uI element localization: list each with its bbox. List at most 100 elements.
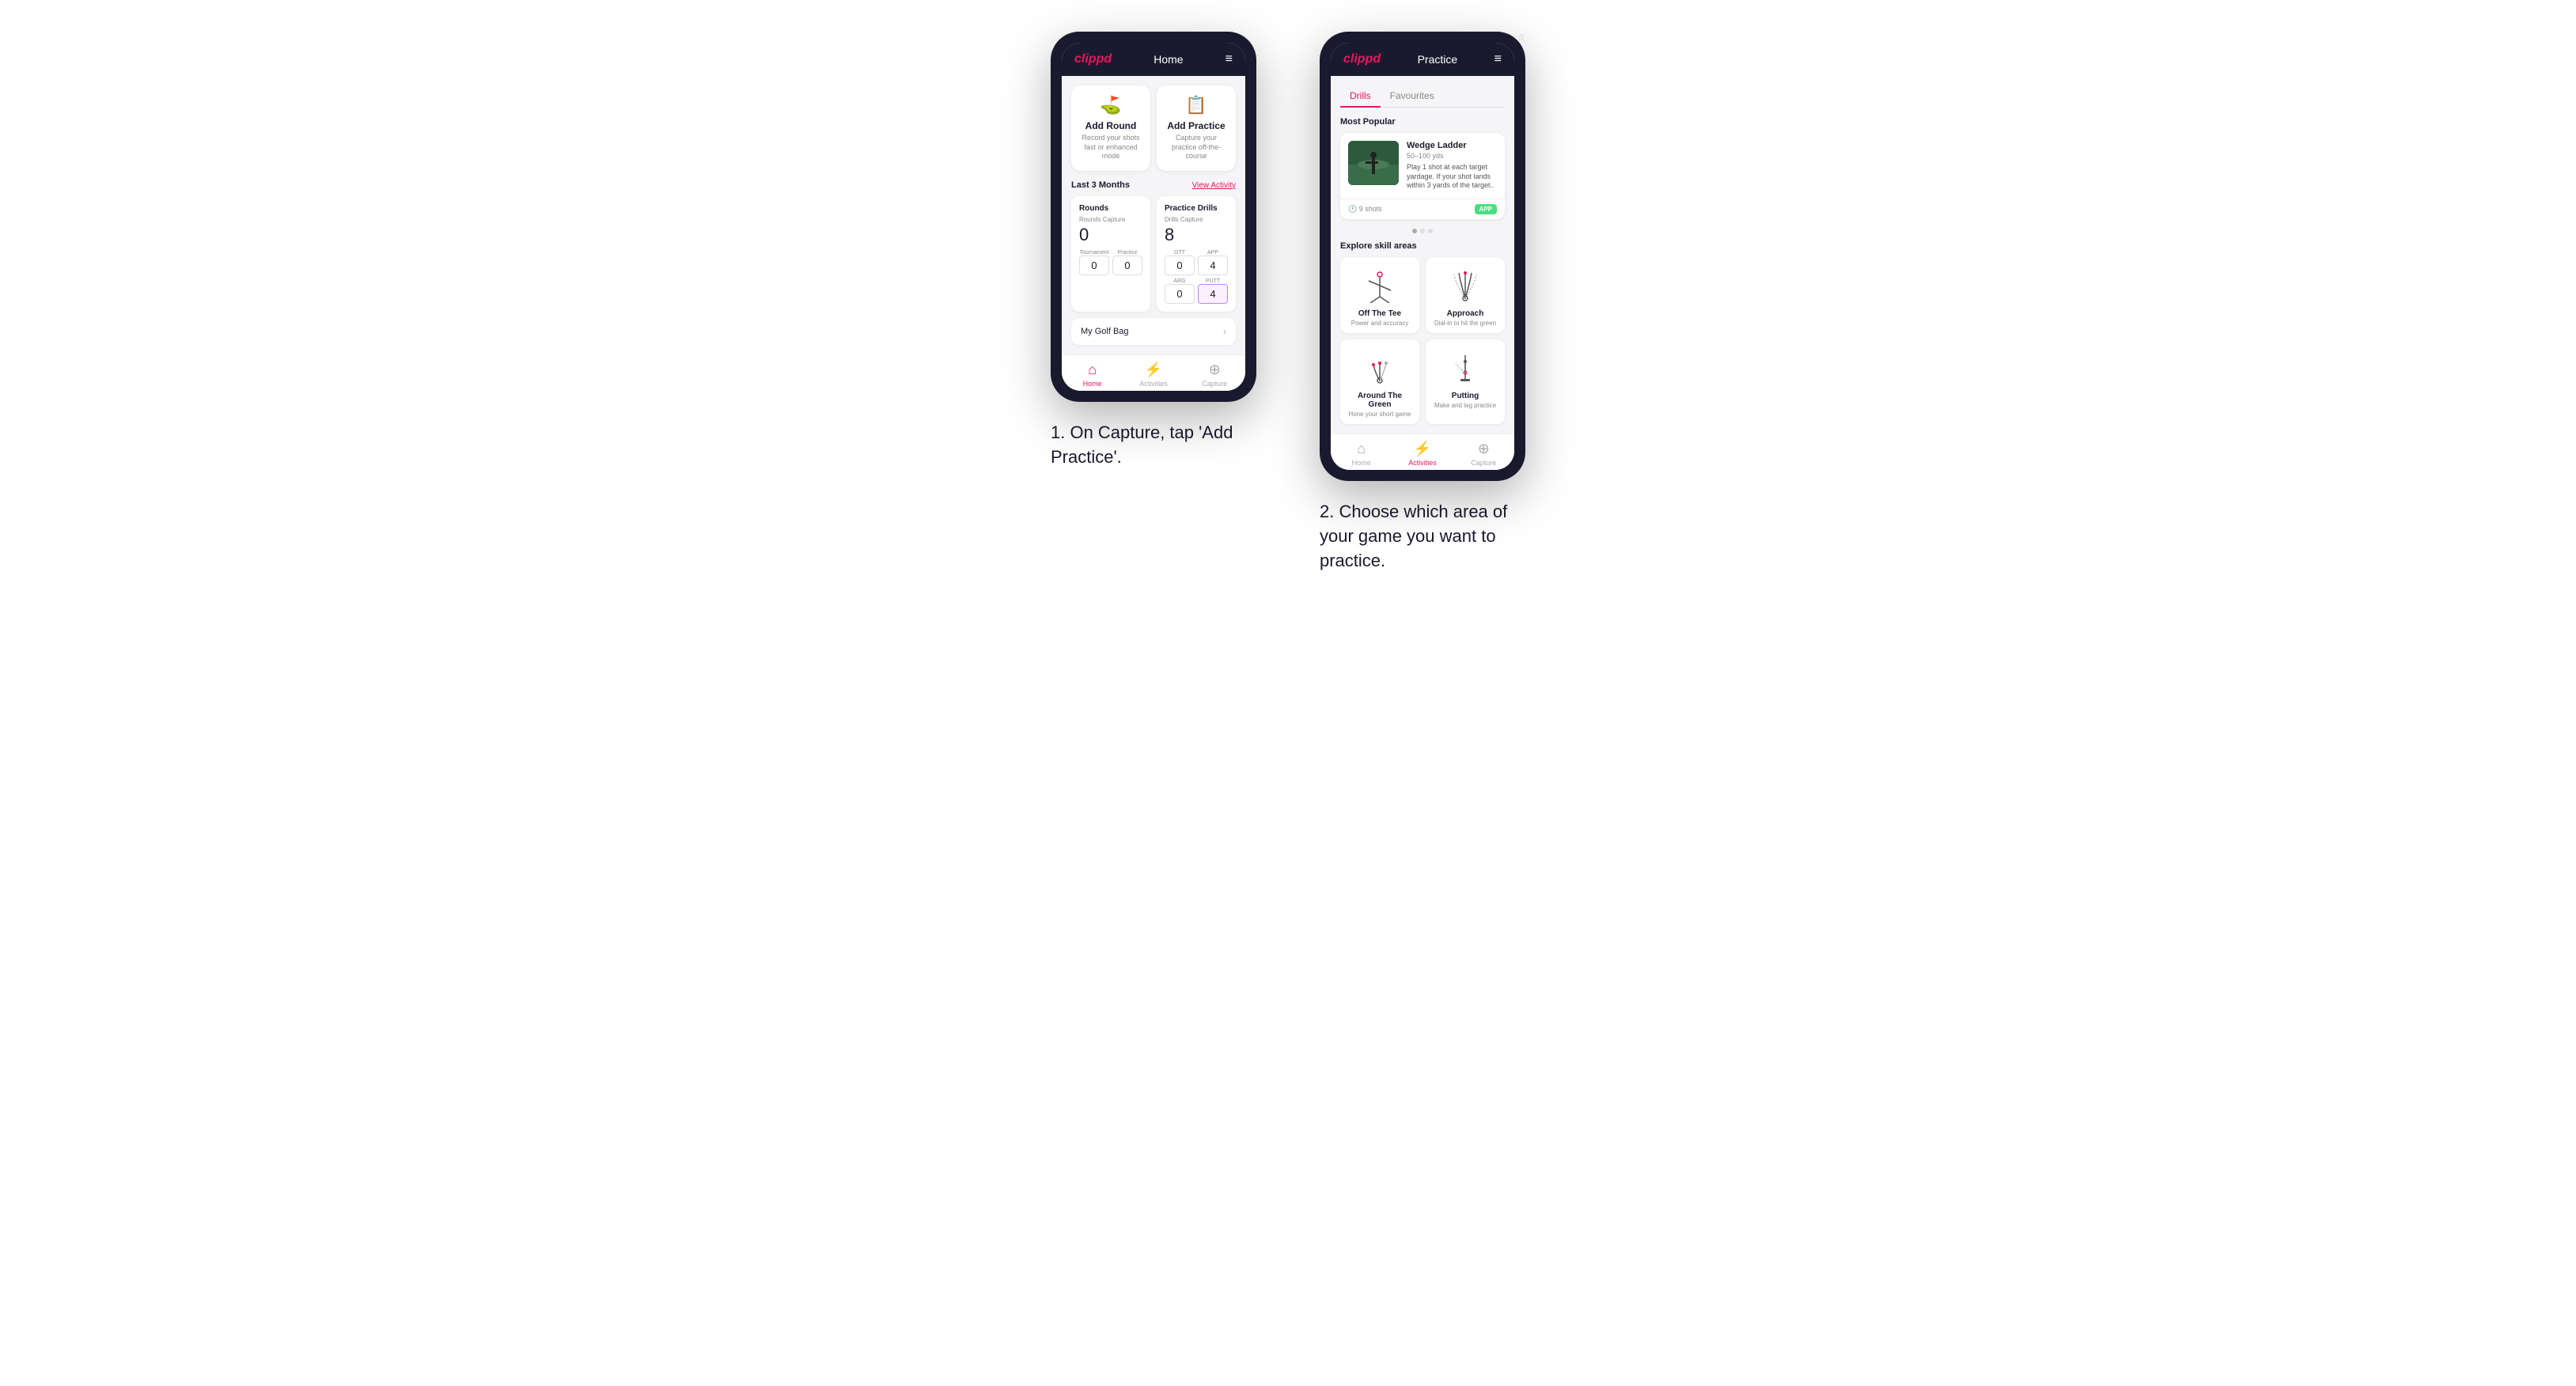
skill-card-around-green[interactable]: Around The Green Hone your short game: [1340, 339, 1419, 424]
featured-card-footer: 🕐 9 shots APP: [1340, 199, 1505, 219]
practice-rounds-label: Practice: [1112, 250, 1142, 256]
arg-value: 0: [1165, 284, 1195, 304]
activities-nav-icon-2: ⚡: [1414, 441, 1431, 457]
capture-nav-label-1: Capture: [1202, 380, 1227, 388]
phone2-section: clippd Practice ≡ Drills Favourites Most…: [1320, 32, 1525, 573]
nav-activities-1[interactable]: ⚡ Activities: [1123, 362, 1184, 388]
phone2-frame: clippd Practice ≡ Drills Favourites Most…: [1320, 32, 1525, 481]
capture-nav-icon-2: ⊕: [1478, 441, 1490, 457]
dot-3: [1428, 229, 1433, 233]
activities-nav-icon-1: ⚡: [1145, 362, 1162, 378]
drills-sub-grid: OTT 0 APP 4 ARG 0: [1165, 250, 1228, 304]
shots-count: 9 shots: [1359, 205, 1382, 213]
tournament-label: Tournament: [1079, 250, 1109, 256]
phone1-frame: clippd Home ≡ ⛳ Add Round Record your sh…: [1051, 32, 1256, 402]
nav-capture-2[interactable]: ⊕ Capture: [1453, 441, 1514, 467]
chevron-right-icon: ›: [1223, 326, 1226, 337]
nav-activities-2[interactable]: ⚡ Activities: [1392, 441, 1453, 467]
golf-bag-row[interactable]: My Golf Bag ›: [1071, 318, 1236, 345]
phone2-bottom-nav: ⌂ Home ⚡ Activities ⊕ Capture: [1331, 434, 1514, 470]
add-practice-card[interactable]: 📋 Add Practice Capture your practice off…: [1157, 85, 1236, 171]
home-nav-label-1: Home: [1083, 380, 1102, 388]
nav-capture-1[interactable]: ⊕ Capture: [1184, 362, 1245, 388]
off-the-tee-subtitle: Power and accuracy: [1347, 320, 1413, 327]
dot-2: [1420, 229, 1425, 233]
hamburger-icon-1[interactable]: ≡: [1225, 52, 1233, 66]
hamburger-icon-2[interactable]: ≡: [1494, 52, 1502, 66]
featured-title-row: Wedge Ladder ☆: [1407, 141, 1497, 152]
featured-image-svg: [1348, 141, 1399, 185]
stats-section-header: Last 3 Months View Activity: [1071, 180, 1236, 190]
featured-drill-card[interactable]: Wedge Ladder ☆ 50–100 yds Play 1 shot at…: [1340, 133, 1505, 219]
phone2-header: clippd Practice ≡: [1331, 43, 1514, 76]
arg-label: ARG: [1165, 278, 1195, 284]
putting-subtitle: Make and lag practice: [1432, 402, 1498, 409]
approach-title: Approach: [1432, 309, 1498, 318]
featured-info: Wedge Ladder ☆ 50–100 yds Play 1 shot at…: [1407, 141, 1497, 191]
practice-drills-title: Practice Drills: [1165, 204, 1228, 213]
drills-value: 8: [1165, 225, 1228, 245]
practice-item: Practice 0: [1112, 250, 1142, 275]
rounds-value: 0: [1079, 225, 1142, 245]
home-content: ⛳ Add Round Record your shots fast or en…: [1062, 76, 1245, 354]
putt-value: 4: [1198, 284, 1228, 304]
putting-title: Putting: [1432, 392, 1498, 400]
clippd-logo-1: clippd: [1074, 52, 1112, 66]
featured-description: Play 1 shot at each target yardage. If y…: [1407, 163, 1497, 191]
featured-card-inner: Wedge Ladder ☆ 50–100 yds Play 1 shot at…: [1340, 133, 1505, 199]
practice-content: Drills Favourites Most Popular: [1331, 76, 1514, 434]
home-nav-label-2: Home: [1352, 459, 1371, 467]
practice-drills-card: Practice Drills Drills Capture 8 OTT 0 A…: [1157, 196, 1236, 312]
around-green-subtitle: Hone your short game: [1347, 411, 1413, 418]
home-nav-icon-2: ⌂: [1357, 441, 1366, 457]
phone1-bottom-nav: ⌂ Home ⚡ Activities ⊕ Capture: [1062, 354, 1245, 391]
capture-nav-icon-1: ⊕: [1209, 362, 1221, 378]
phone2-screen: clippd Practice ≡ Drills Favourites Most…: [1331, 43, 1514, 470]
action-cards: ⛳ Add Round Record your shots fast or en…: [1071, 85, 1236, 171]
activities-nav-label-1: Activities: [1139, 380, 1168, 388]
putting-svg: [1448, 350, 1483, 385]
tab-drills[interactable]: Drills: [1340, 85, 1381, 108]
rounds-capture-label: Rounds Capture: [1079, 216, 1142, 223]
drills-capture-label: Drills Capture: [1165, 216, 1228, 223]
tab-favourites[interactable]: Favourites: [1381, 85, 1444, 107]
putt-label: PUTT: [1198, 278, 1228, 284]
skill-card-putting[interactable]: Putting Make and lag practice: [1426, 339, 1505, 424]
view-activity-link[interactable]: View Activity: [1192, 181, 1236, 190]
capture-nav-label-2: Capture: [1471, 459, 1496, 467]
tournament-item: Tournament 0: [1079, 250, 1109, 275]
tournament-value: 0: [1079, 256, 1109, 275]
carousel-dots: [1340, 229, 1505, 233]
around-green-title: Around The Green: [1347, 392, 1413, 409]
arg-item: ARG 0: [1165, 278, 1195, 304]
featured-image: [1348, 141, 1399, 185]
practice-rounds-value: 0: [1112, 256, 1142, 275]
ott-item: OTT 0: [1165, 250, 1195, 275]
skill-card-approach[interactable]: Approach Dial-in to hit the green: [1426, 257, 1505, 333]
rounds-sub-grid: Tournament 0 Practice 0: [1079, 250, 1142, 275]
phone1-screen: clippd Home ≡ ⛳ Add Round Record your sh…: [1062, 43, 1245, 391]
app-value: 4: [1198, 256, 1228, 275]
add-round-icon: ⛳: [1078, 95, 1144, 116]
rounds-title: Rounds: [1079, 204, 1142, 213]
add-round-card[interactable]: ⛳ Add Round Record your shots fast or en…: [1071, 85, 1150, 171]
skill-grid: Off The Tee Power and accuracy: [1340, 257, 1505, 424]
nav-home-2[interactable]: ⌂ Home: [1331, 441, 1392, 467]
nav-home-1[interactable]: ⌂ Home: [1062, 362, 1123, 388]
home-title: Home: [1154, 53, 1183, 66]
app-item: APP 4: [1198, 250, 1228, 275]
add-practice-title: Add Practice: [1163, 120, 1229, 131]
approach-svg: [1448, 268, 1483, 303]
shots-label: 🕐 9 shots: [1348, 205, 1382, 214]
skill-card-off-the-tee[interactable]: Off The Tee Power and accuracy: [1340, 257, 1419, 333]
stats-grid: Rounds Rounds Capture 0 Tournament 0 Pra…: [1071, 196, 1236, 312]
featured-yardage: 50–100 yds: [1407, 152, 1497, 160]
caption-phone1: 1. On Capture, tap 'Add Practice'.: [1051, 421, 1256, 470]
add-practice-icon: 📋: [1163, 95, 1229, 116]
clock-icon: 🕐: [1348, 205, 1359, 213]
page-wrapper: clippd Home ≡ ⛳ Add Round Record your sh…: [813, 32, 1763, 573]
phone1-section: clippd Home ≡ ⛳ Add Round Record your sh…: [1051, 32, 1256, 470]
ott-label: OTT: [1165, 250, 1195, 256]
tabs-row: Drills Favourites: [1340, 85, 1505, 108]
add-round-subtitle: Record your shots fast or enhanced mode: [1078, 134, 1144, 161]
